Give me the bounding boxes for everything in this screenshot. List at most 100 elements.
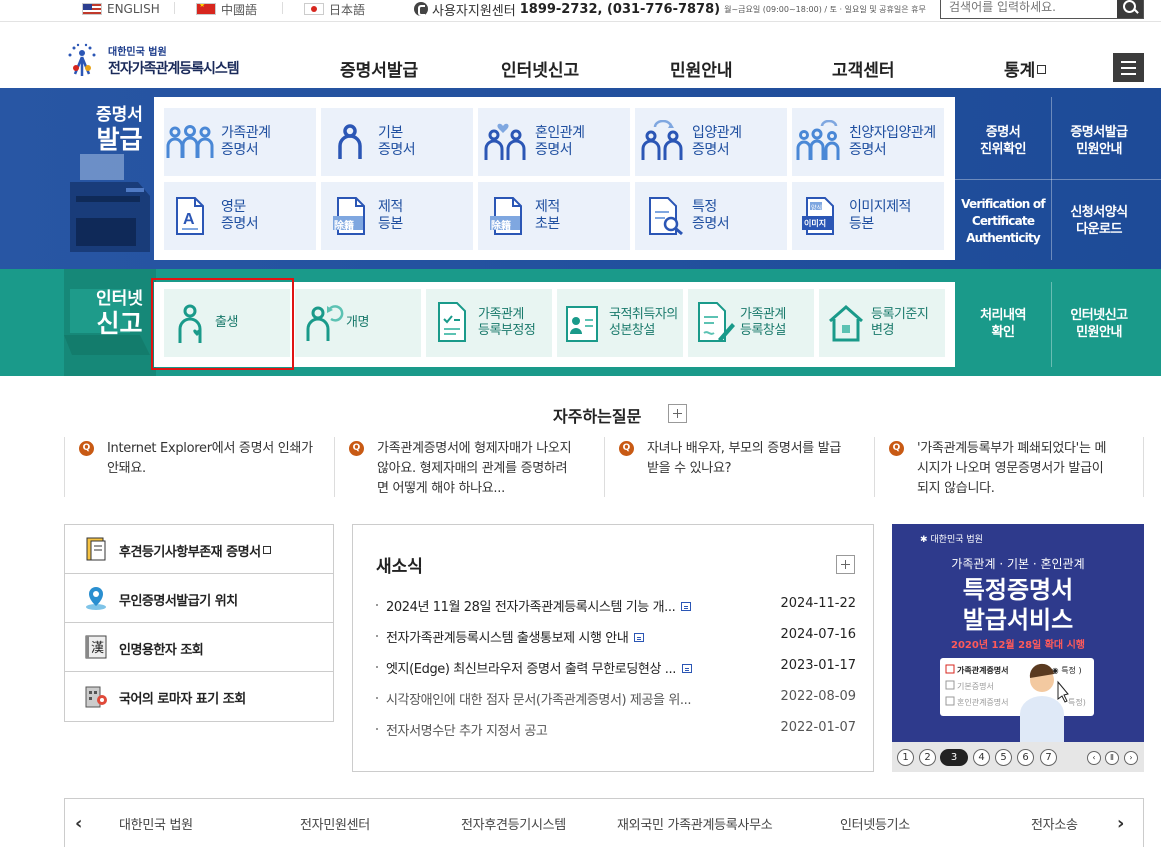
banner-page-7[interactable]: 7 bbox=[1040, 749, 1057, 766]
cert-civil-guide-link[interactable]: 증명서발급 민원안내 bbox=[1051, 124, 1147, 158]
tile-registration-creation-report[interactable]: 가족관계 등록창설 bbox=[688, 289, 814, 357]
related-site-link[interactable]: 전자후견등기시스템 bbox=[461, 814, 566, 833]
news-item[interactable]: 엣지(Edge) 최신브라우저 증명서 출력 무한로딩현상 ... 2023-0… bbox=[376, 658, 856, 678]
banner-prev-button[interactable]: ‹ bbox=[1087, 751, 1101, 765]
tile-label: 제적 등본 bbox=[378, 199, 403, 232]
news-item[interactable]: 2024년 11월 28일 전자가족관계등록시스템 기능 개... 2024-1… bbox=[376, 596, 856, 616]
related-site-link[interactable]: 전자민원센터 bbox=[300, 814, 370, 833]
tile-english-cert[interactable]: A 영문 증명서 bbox=[164, 182, 316, 250]
nav-certificate[interactable]: 증명서발급 bbox=[340, 56, 418, 81]
tile-naturalization-report[interactable]: 국적취득자의 성본창설 bbox=[557, 289, 683, 357]
report-status-link[interactable]: 처리내역 확인 bbox=[955, 307, 1051, 341]
banner-pause-button[interactable]: Ⅱ bbox=[1105, 751, 1119, 765]
nav-customer-center[interactable]: 고객센터 bbox=[832, 56, 895, 81]
doc-search-icon bbox=[649, 197, 683, 236]
svg-text:발급서비스: 발급서비스 bbox=[963, 606, 1073, 634]
related-site-link[interactable]: 대한민국 법원 bbox=[119, 814, 193, 833]
banner-page-4[interactable]: 4 bbox=[973, 749, 990, 766]
banner-page-1[interactable]: 1 bbox=[897, 749, 914, 766]
tile-rename-report[interactable]: 개명 bbox=[295, 289, 421, 357]
id-card-icon bbox=[566, 306, 598, 342]
quick-link-kiosk-location[interactable]: 무인증명서발급기 위치 bbox=[65, 574, 333, 623]
chevron-left-icon[interactable]: ‹ bbox=[75, 813, 82, 834]
faq-item[interactable]: Q '가족관계등록부가 폐쇄되었다'는 메 시지가 나오며 영문증명서가 발급이… bbox=[889, 437, 1144, 497]
svg-text:특정증명서: 특정증명서 bbox=[963, 576, 1073, 604]
lang-english-link[interactable]: ENGLISH bbox=[82, 0, 160, 18]
question-icon: Q bbox=[889, 441, 904, 456]
lang-japanese-link[interactable]: 日本語 bbox=[304, 0, 365, 18]
chevron-right-icon[interactable]: › bbox=[1117, 813, 1124, 834]
related-site-link[interactable]: 인터넷등기소 bbox=[840, 814, 910, 833]
search-icon[interactable] bbox=[1117, 0, 1143, 18]
faq-more-button[interactable] bbox=[668, 404, 687, 423]
nav-statistics[interactable]: 통계 bbox=[1004, 56, 1047, 81]
tile-marriage-cert[interactable]: 혼인관계 증명서 bbox=[478, 108, 630, 176]
news-more-button[interactable] bbox=[836, 555, 855, 574]
lang-chinese-link[interactable]: 中國語 bbox=[196, 0, 257, 18]
banner-page-2[interactable]: 2 bbox=[919, 749, 936, 766]
svg-text:A: A bbox=[183, 211, 195, 228]
banner-page-3[interactable]: 3 bbox=[940, 749, 968, 766]
promo-banner[interactable]: ✱ 대한민국 법원 가족관계 · 기본 · 혼인관계 특정증명서 발급서비스 2… bbox=[892, 524, 1144, 772]
tile-correction-report[interactable]: 가족관계 등록부정정 bbox=[426, 289, 552, 357]
news-item-date: 2023-01-17 bbox=[780, 658, 856, 673]
utility-bar: ENGLISH 中國語 日本語 사용자지원센터 1899-2732, (031-… bbox=[0, 0, 1161, 22]
quick-links: 후견등기사항부존재 증명서 무인증명서발급기 위치 漢 인명용한자 조회 국어의… bbox=[64, 524, 334, 722]
report-civil-guide-link[interactable]: 인터넷신고 민원안내 bbox=[1051, 307, 1147, 341]
cert-verification-en-link[interactable]: Verification of Certificate Authenticity bbox=[955, 196, 1051, 247]
news-item-date: 2022-01-07 bbox=[780, 720, 856, 735]
printer-icon bbox=[70, 154, 150, 252]
support-label: 사용자지원센터 bbox=[432, 3, 516, 19]
quick-link-hanja[interactable]: 漢 인명용한자 조회 bbox=[65, 623, 333, 672]
removed-badge: 除籍 bbox=[491, 221, 511, 232]
doc-pen-icon bbox=[698, 302, 735, 342]
tile-label: 입양관계 증명서 bbox=[692, 125, 742, 158]
site-logo[interactable]: 대한민국 법원 전자가족관계등록시스템 bbox=[62, 40, 262, 80]
nav-civil-guide[interactable]: 민원안내 bbox=[670, 56, 733, 81]
quick-link-romanization[interactable]: 국어의 로마자 표기 조회 bbox=[65, 672, 333, 721]
news-item[interactable]: 전자서명수단 추가 지정서 공고 2022-01-07 bbox=[376, 720, 856, 740]
svg-text:가족관계증명서: 가족관계증명서 bbox=[957, 665, 1009, 675]
related-site-link[interactable]: 전자소송 bbox=[1031, 814, 1078, 833]
new-post-icon bbox=[681, 602, 692, 611]
news-item[interactable]: 시각장애인에 대한 점자 문서(가족관계증명서) 제공을 위... 2022-0… bbox=[376, 689, 856, 709]
new-post-icon bbox=[634, 633, 645, 642]
tile-full-adoption-cert[interactable]: 친양자입양관계 증명서 bbox=[792, 108, 944, 176]
tile-label: 가족관계 등록창설 bbox=[740, 307, 786, 338]
document-icon bbox=[86, 537, 106, 561]
related-site-link[interactable]: 재외국민 가족관계등록사무소 bbox=[617, 814, 773, 833]
china-flag-icon bbox=[196, 3, 216, 15]
quick-link-label: 무인증명서발급기 위치 bbox=[119, 594, 238, 609]
news-item[interactable]: 전자가족관계등록시스템 출생통보제 시행 안내 2024-07-16 bbox=[376, 627, 856, 647]
menu-button[interactable] bbox=[1113, 53, 1144, 82]
support-center: 사용자지원센터 1899-2732, (031-776-7878) 월~금요일 … bbox=[414, 0, 926, 19]
tile-specific-cert[interactable]: 특정 증명서 bbox=[635, 182, 787, 250]
family-icon bbox=[166, 125, 214, 158]
family-adoption-icon bbox=[796, 120, 840, 160]
tile-removed-register-copy[interactable]: 除籍 제적 등본 bbox=[321, 182, 473, 250]
lang-label: 日本語 bbox=[329, 2, 366, 17]
hamburger-icon bbox=[1121, 61, 1136, 63]
english-doc-icon: A bbox=[176, 197, 204, 235]
quick-link-guardianship[interactable]: 후견등기사항부존재 증명서 bbox=[65, 525, 333, 574]
tile-family-cert[interactable]: 가족관계 증명서 bbox=[164, 108, 316, 176]
couple-heart-icon bbox=[484, 123, 526, 160]
tile-removed-register-extract[interactable]: 除籍 제적 초본 bbox=[478, 182, 630, 250]
tile-domicile-change-report[interactable]: 등록기준지 변경 bbox=[819, 289, 945, 357]
tile-image-register-copy[interactable]: 양식 이미지 이미지제적 등본 bbox=[792, 182, 944, 250]
cert-verify-link[interactable]: 증명서 진위확인 bbox=[955, 124, 1051, 158]
tile-adoption-cert[interactable]: 입양관계 증명서 bbox=[635, 108, 787, 176]
banner-page-6[interactable]: 6 bbox=[1017, 749, 1034, 766]
banner-next-button[interactable]: › bbox=[1124, 751, 1138, 765]
faq-item[interactable]: Q 자녀나 배우자, 부모의 증명서를 발급 받을 수 있나요? bbox=[619, 437, 869, 497]
banner-page-5[interactable]: 5 bbox=[995, 749, 1012, 766]
system-name: 전자가족관계등록시스템 bbox=[108, 61, 240, 77]
faq-item[interactable]: Q 가족관계증명서에 형제자매가 나오지 않아요. 형제자매의 관계를 증명하려… bbox=[349, 437, 599, 497]
faq-item[interactable]: Q Internet Explorer에서 증명서 인쇄가 안돼요. bbox=[79, 437, 339, 497]
tile-label: 혼인관계 증명서 bbox=[535, 125, 585, 158]
quick-link-label: 인명용한자 조회 bbox=[119, 643, 204, 658]
form-download-link[interactable]: 신청서양식 다운로드 bbox=[1051, 204, 1147, 238]
search-input[interactable] bbox=[941, 0, 1117, 18]
tile-basic-cert[interactable]: 기본 증명서 bbox=[321, 108, 473, 176]
nav-internet-report[interactable]: 인터넷신고 bbox=[501, 56, 579, 81]
